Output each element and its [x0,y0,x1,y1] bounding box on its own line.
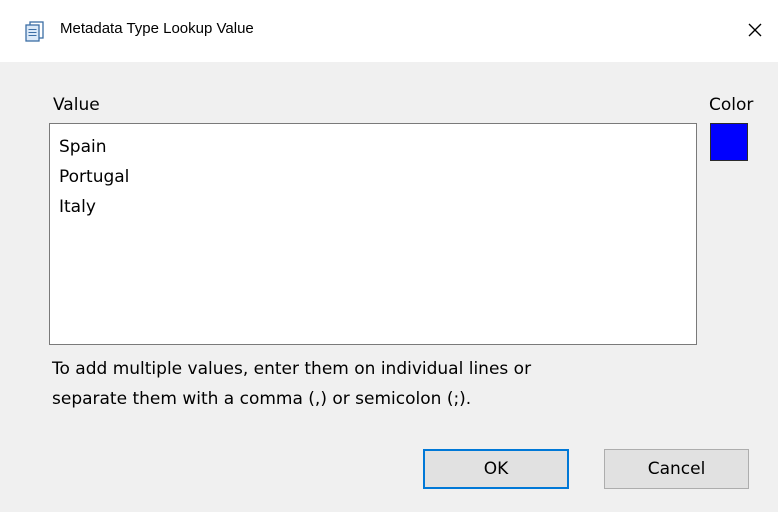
value-line: Italy [59,197,96,217]
help-text: To add multiple values, enter them on in… [52,354,692,414]
value-textarea[interactable]: Spain Portugal Italy [49,123,697,345]
document-icon [24,20,46,42]
title-bar: Metadata Type Lookup Value [0,0,778,62]
value-line: Portugal [59,167,130,187]
cancel-button[interactable]: Cancel [604,449,749,489]
help-line: To add multiple values, enter them on in… [52,359,532,379]
close-button[interactable] [732,12,778,48]
color-label: Color [709,95,754,115]
value-label: Value [53,95,100,115]
help-line: separate them with a comma (,) or semico… [52,389,472,409]
close-icon [748,23,762,37]
dialog-window: Metadata Type Lookup Value Value Color S… [0,0,778,512]
color-swatch[interactable] [710,123,748,161]
ok-button[interactable]: OK [423,449,569,489]
window-title: Metadata Type Lookup Value [60,20,254,37]
value-line: Spain [59,137,107,157]
